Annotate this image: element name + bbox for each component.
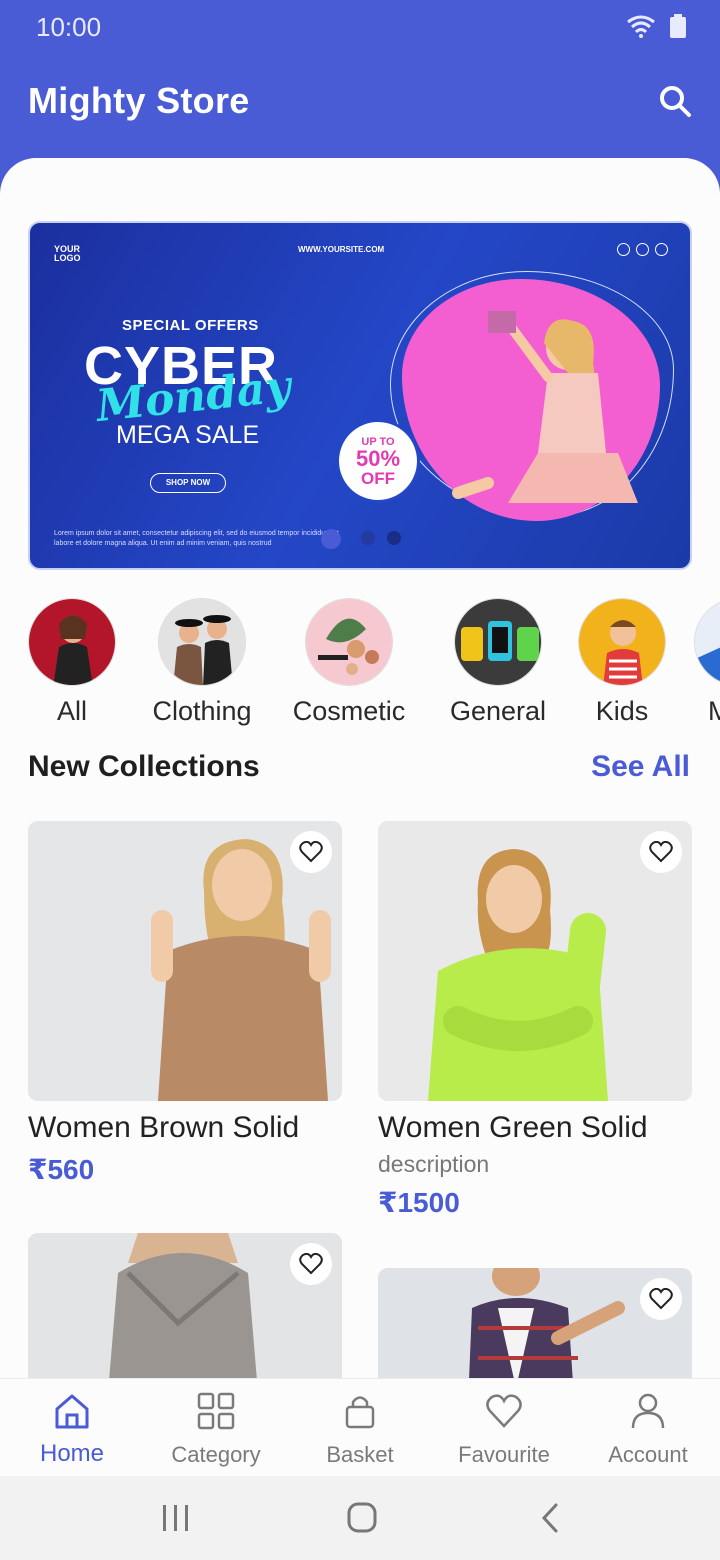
badge-percent: 50%: [355, 446, 401, 471]
system-navigation-bar: [0, 1476, 720, 1560]
see-all-link[interactable]: See All: [591, 750, 690, 784]
battery-icon: [670, 14, 686, 38]
product-image: [378, 821, 692, 1101]
promo-banner[interactable]: YOUR LOGO WWW.YOURSITE.COM SPECIAL OFFER…: [28, 221, 692, 570]
nav-favourite[interactable]: Favourite: [432, 1391, 576, 1468]
bag-icon: [345, 1396, 375, 1429]
category-general[interactable]: General: [440, 598, 556, 727]
favourite-button[interactable]: [640, 831, 682, 873]
app-title: Mighty Store: [28, 80, 250, 121]
category-more[interactable]: M: [694, 598, 720, 727]
person-icon: [631, 1393, 665, 1429]
search-icon: [660, 86, 691, 117]
social-icons: [617, 243, 668, 256]
nav-label: Category: [171, 1442, 261, 1467]
carousel-dot[interactable]: [387, 531, 401, 545]
nav-account[interactable]: Account: [576, 1391, 720, 1468]
instagram-icon: [636, 243, 649, 256]
heart-icon: [649, 841, 673, 863]
banner-model-image: [452, 311, 638, 503]
favourite-button[interactable]: [640, 1278, 682, 1320]
heart-icon: [299, 1253, 323, 1275]
facebook-icon: [617, 243, 630, 256]
back-icon[interactable]: [532, 1500, 572, 1536]
favourite-button[interactable]: [290, 1243, 332, 1285]
banner-logo: YOUR LOGO: [54, 245, 81, 263]
category-kids[interactable]: Kids: [572, 598, 672, 727]
grid-icon: [197, 1392, 235, 1430]
category-list: All Clothing Cosmetic General Kids M: [0, 598, 720, 733]
category-general-image: [454, 598, 542, 686]
banner-fine-print: Lorem ipsum dolor sit amet, consectetur …: [54, 530, 339, 547]
section-title: New Collections: [28, 750, 260, 783]
twitter-icon: [655, 243, 668, 256]
product-image: [28, 821, 342, 1101]
category-cosmetic[interactable]: Cosmetic: [284, 598, 414, 727]
discount-badge: UP TO 50% OFF: [336, 419, 420, 503]
category-cosmetic-image: [305, 598, 393, 686]
nav-label: Account: [608, 1442, 688, 1467]
shop-now-button[interactable]: SHOP NOW: [150, 473, 226, 493]
app-bar: Mighty Store: [0, 56, 720, 160]
home-button-icon[interactable]: [342, 1500, 382, 1536]
nav-label: Basket: [326, 1442, 394, 1467]
category-clothing-image: [158, 598, 246, 686]
category-kids-image: [578, 598, 666, 686]
product-description: description: [378, 1151, 490, 1177]
heart-icon: [299, 841, 323, 863]
nav-category[interactable]: Category: [144, 1391, 288, 1468]
content-sheet: YOUR LOGO WWW.YOURSITE.COM SPECIAL OFFER…: [0, 158, 720, 1478]
banner-logo-text-2: LOGO: [54, 253, 81, 263]
category-label: Cosmetic: [292, 696, 406, 726]
category-clothing[interactable]: Clothing: [144, 598, 260, 727]
category-label: General: [449, 696, 547, 726]
product-name: Women Green Solid: [378, 1111, 648, 1144]
category-all-image: [28, 598, 116, 686]
favourite-button[interactable]: [290, 831, 332, 873]
category-label: M: [708, 696, 720, 726]
product-price: ₹1500: [378, 1187, 460, 1218]
banner-special-offers: SPECIAL OFFERS: [122, 317, 259, 334]
status-bar: 10:00: [0, 0, 720, 56]
wifi-icon: [627, 15, 655, 38]
nav-label: Favourite: [458, 1442, 550, 1467]
category-all[interactable]: All: [22, 598, 122, 727]
status-time: 10:00: [36, 12, 102, 42]
product-name: Women Brown Solid: [28, 1111, 300, 1144]
product-card[interactable]: Women Green Solid description ₹1500: [378, 821, 692, 1219]
nav-home[interactable]: Home: [0, 1391, 144, 1468]
carousel-dot[interactable]: [361, 531, 375, 545]
status-icons: [626, 14, 686, 38]
heart-icon: [649, 1288, 673, 1310]
banner-site: WWW.YOURSITE.COM: [298, 245, 385, 254]
nav-label: Home: [39, 1440, 105, 1467]
product-card[interactable]: Women Brown Solid ₹560: [28, 821, 342, 1186]
bottom-navigation: Home Category Basket Favourite Account: [0, 1378, 720, 1476]
recent-apps-icon[interactable]: [156, 1500, 196, 1536]
category-more-image: [694, 598, 720, 686]
category-label: All: [56, 696, 87, 726]
nav-basket[interactable]: Basket: [288, 1391, 432, 1468]
search-button[interactable]: [656, 82, 696, 122]
category-label: Kids: [595, 696, 649, 726]
product-price: ₹560: [28, 1154, 95, 1185]
carousel-dot-active[interactable]: [321, 529, 341, 549]
category-label: Clothing: [152, 696, 252, 726]
badge-off: OFF: [361, 469, 395, 488]
home-icon: [55, 1394, 89, 1429]
banner-headline-mega-sale: MEGA SALE: [116, 421, 260, 449]
heart-icon: [486, 1394, 522, 1428]
